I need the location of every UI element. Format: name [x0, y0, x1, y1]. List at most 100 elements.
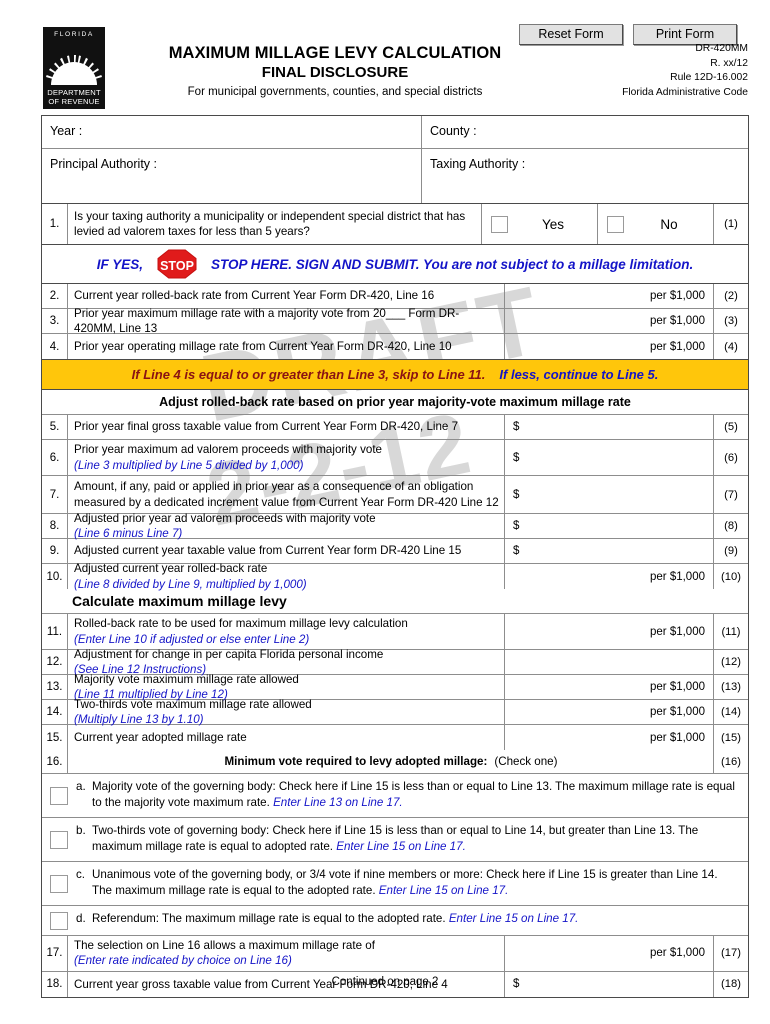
- option-b-emphasis: Enter Line 15 on Line 17.: [336, 840, 466, 854]
- line-3-text: Prior year maximum millage rate with a m…: [74, 306, 460, 335]
- line-17-value-cell[interactable]: per $1,000: [505, 935, 714, 971]
- row-line-4: 4. Prior year operating millage rate from…: [42, 334, 748, 359]
- line-13-value-cell[interactable]: per $1,000: [505, 675, 714, 699]
- row-line-7: 7. Amount, if any, paid or applied in pri…: [42, 476, 748, 514]
- line-1-no-label: No: [660, 216, 678, 232]
- line-12-label: Adjustment for change in per capita Flor…: [68, 648, 505, 676]
- year-field[interactable]: Year :: [42, 116, 422, 148]
- line-6-value-cell[interactable]: $: [505, 440, 714, 475]
- svg-text:STOP: STOP: [160, 259, 194, 273]
- lines-11-15: 11. Rolled-back rate to be used for maxim…: [42, 614, 748, 750]
- option-a-letter: a.: [76, 780, 86, 793]
- lines-5-10: 5. Prior year final gross taxable value f…: [42, 415, 748, 591]
- taxing-authority-label: Taxing Authority :: [430, 157, 526, 171]
- line-6-note: (Line 3 multiplied by Line 5 divided by …: [74, 458, 304, 472]
- page-subtitle: FINAL DISCLOSURE: [261, 64, 409, 82]
- line-1-number: 1.: [42, 204, 68, 244]
- principal-authority-field[interactable]: Principal Authority :: [42, 149, 422, 203]
- line-16-text: Minimum vote required to levy adopted mi…: [224, 754, 488, 768]
- option-b-letter: b.: [76, 823, 86, 837]
- line-7-value-cell[interactable]: $: [505, 476, 714, 513]
- line-9-value-prefix: $: [513, 545, 520, 557]
- year-label: Year :: [50, 124, 83, 138]
- line-12-value-cell[interactable]: [505, 650, 714, 674]
- option-c-checkbox-cell[interactable]: [42, 862, 76, 905]
- line-16-option-c[interactable]: c. Unanimous vote of the governing body, …: [42, 862, 748, 906]
- line-9-number: 9.: [42, 539, 68, 563]
- line-17-text: The selection on Line 16 allows a maximu…: [74, 938, 375, 952]
- line-16-option-b[interactable]: b. Two-thirds vote of governing body: Che…: [42, 818, 748, 862]
- line-16-option-d[interactable]: d. Referendum: The maximum millage rate i…: [42, 906, 748, 936]
- line-17-ref: (17): [721, 947, 741, 960]
- line-7-ref: (7): [724, 488, 738, 501]
- option-b-checkbox-cell[interactable]: [42, 818, 76, 861]
- line-17-note: (Enter rate indicated by choice on Line …: [74, 954, 292, 968]
- skip-instruction-banner: If Line 4 is equal to or greater than Li…: [42, 359, 748, 390]
- line-12-number: 12.: [42, 650, 68, 674]
- line-11-value-cell[interactable]: per $1,000: [505, 614, 714, 649]
- line-14-value-cell[interactable]: per $1,000: [505, 700, 714, 724]
- line-1-yes-option[interactable]: Yes: [482, 204, 598, 244]
- page-description: For municipal governments, counties, and…: [187, 85, 483, 98]
- form-number: DR-420MM: [695, 43, 748, 54]
- line-9-value-cell[interactable]: $: [505, 539, 714, 563]
- line-7-value-prefix: $: [513, 488, 520, 501]
- line-4-value-cell[interactable]: per $1,000: [505, 334, 714, 359]
- line-4-unit: per $1,000: [650, 340, 705, 353]
- line-8-label: Adjusted prior year ad valorem proceeds …: [68, 512, 505, 540]
- line-11-text: Rolled-back rate to be used for maximum …: [74, 617, 408, 631]
- line-1-yes-checkbox[interactable]: [491, 215, 508, 233]
- county-field[interactable]: County :: [422, 116, 748, 148]
- option-d-emphasis: Enter Line 15 on Line 17.: [448, 911, 579, 925]
- option-d-checkbox[interactable]: [50, 912, 68, 931]
- line-10-number: 10.: [42, 564, 68, 589]
- row-year-county: Year : County :: [42, 116, 748, 149]
- form-metadata: DR-420MM R. xx/12 Rule 12D-16.002 Florid…: [622, 42, 748, 100]
- row-line-10: 10. Adjusted current year rolled-back rat…: [42, 562, 748, 591]
- line-1-no-option[interactable]: No: [598, 204, 714, 244]
- option-a-text-wrap: Majority vote of the governing body: Che…: [92, 774, 748, 817]
- line-2-value-cell[interactable]: per $1,000: [505, 284, 714, 308]
- line-5-ref: (5): [724, 421, 738, 433]
- line-15-value-cell[interactable]: per $1,000: [505, 725, 714, 750]
- option-c-checkbox[interactable]: [50, 875, 68, 894]
- taxing-authority-field[interactable]: Taxing Authority :: [422, 149, 748, 203]
- skip-instruction-part1: If Line 4 is equal to or greater than Li…: [131, 367, 486, 382]
- line-16-options: a. Majority vote of the governing body: C…: [42, 774, 748, 936]
- page-footer: Continued on page 2: [331, 976, 439, 988]
- line-5-value-cell[interactable]: $: [505, 415, 714, 439]
- line-9-label: Adjusted current year taxable value from…: [68, 539, 505, 563]
- row-line-3: 3. Prior year maximum millage rate with a…: [42, 307, 748, 335]
- option-d-text: Referendum: The maximum millage rate is …: [92, 911, 449, 925]
- line-4-number: 4.: [42, 334, 68, 359]
- option-b-checkbox[interactable]: [50, 831, 68, 850]
- line-4-ref: (4): [724, 340, 738, 353]
- logo-department-line2: OF REVENUE: [48, 96, 100, 106]
- line-1-no-checkbox[interactable]: [607, 215, 624, 233]
- line-7-label: Amount, if any, paid or applied in prior…: [68, 476, 505, 513]
- stop-banner: IF YES, STOP STOP HERE. SIGN AND SUBMIT.…: [42, 245, 748, 284]
- option-a-text: Majority vote of the governing body: Che…: [92, 780, 735, 810]
- line-8-value-cell[interactable]: $: [505, 514, 714, 538]
- line-10-value-cell[interactable]: per $1,000: [505, 564, 714, 589]
- row-line-15: 15. Current year adopted millage rate per …: [42, 725, 748, 750]
- line-4-label: Prior year operating millage rate from C…: [68, 334, 505, 359]
- row-line-8: 8. Adjusted prior year ad valorem proceed…: [42, 512, 748, 540]
- page-title-block: MAXIMUM MILLAGE LEVY CALCULATION FINAL D…: [110, 44, 560, 100]
- line-8-value-prefix: $: [513, 520, 520, 532]
- option-a-checkbox[interactable]: [50, 787, 68, 806]
- line-16-check-one: (Check one): [494, 754, 558, 768]
- line-14-label: Two-thirds vote maximum millage rate all…: [68, 698, 505, 726]
- line-3-label: Prior year maximum millage rate with a m…: [68, 307, 505, 335]
- row-line-6: 6. Prior year maximum ad valorem proceeds…: [42, 440, 748, 476]
- line-16-option-a[interactable]: a. Majority vote of the governing body: C…: [42, 774, 748, 818]
- option-d-checkbox-cell[interactable]: [42, 906, 76, 935]
- line-10-label: Adjusted current year rolled-back rate (…: [68, 562, 505, 591]
- line-6-number: 6.: [42, 440, 68, 475]
- option-c-letter: c.: [76, 867, 86, 881]
- line-3-value-cell[interactable]: per $1,000: [505, 309, 714, 333]
- line-13-unit: per $1,000: [650, 681, 705, 693]
- option-c-text-wrap: Unanimous vote of the governing body, or…: [92, 862, 748, 905]
- option-a-checkbox-cell[interactable]: [42, 774, 76, 817]
- line-16-text-wrap: Minimum vote required to levy adopted mi…: [68, 750, 713, 773]
